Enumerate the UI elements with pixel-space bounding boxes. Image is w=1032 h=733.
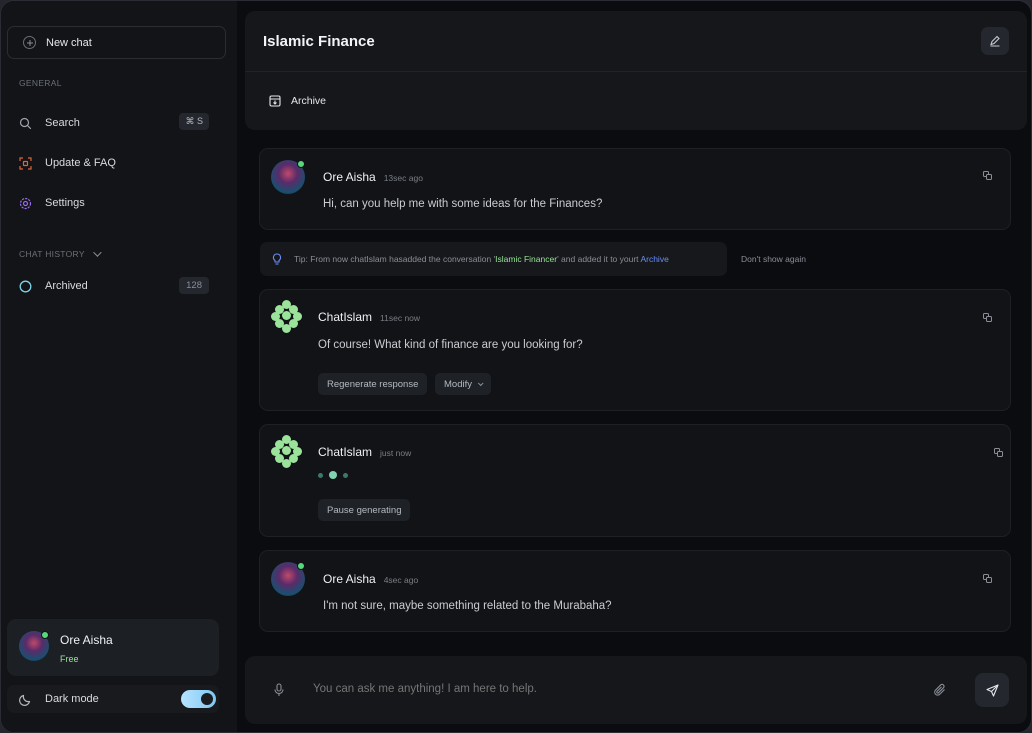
tip-banner: Tip: From now chatIslam hasadded the con… — [260, 242, 727, 276]
chatislam-logo-icon — [271, 435, 303, 468]
scan-icon — [19, 156, 32, 170]
general-section-label: GENERAL — [19, 78, 62, 88]
pencil-icon — [990, 35, 1000, 47]
copy-icon[interactable] — [983, 313, 993, 323]
paperclip-icon[interactable] — [933, 683, 947, 702]
send-icon — [985, 683, 999, 697]
dark-mode-row: Dark mode — [7, 685, 219, 713]
dont-show-again-button[interactable]: Don't show again — [741, 254, 806, 264]
message-author: Ore Aisha 4sec ago — [323, 572, 418, 586]
sidebar-item-settings[interactable]: Settings — [19, 191, 209, 215]
edit-button[interactable] — [981, 27, 1009, 55]
microphone-icon[interactable] — [273, 683, 285, 702]
button-label: Regenerate response — [327, 378, 419, 390]
toggle-knob — [201, 693, 213, 705]
chat-history-toggle[interactable]: CHAT HISTORY — [19, 248, 102, 259]
chevron-down-icon — [477, 380, 484, 387]
sidebar-item-label: Update & FAQ — [45, 157, 116, 169]
tip-prefix: Tip: From now chatIslam hasadded the con… — [294, 254, 496, 264]
copy-icon[interactable] — [983, 574, 993, 584]
gear-icon — [19, 197, 32, 210]
chatislam-logo-icon — [271, 300, 303, 333]
tip-conversation-name: Islamic Financer — [495, 254, 558, 264]
user-name: Ore Aisha — [60, 633, 113, 647]
conversation-header: Islamic Finance Archive — [245, 11, 1027, 130]
moon-icon — [19, 693, 32, 706]
avatar — [271, 160, 305, 194]
message-user-2: Ore Aisha 4sec ago I'm not sure, maybe so… — [259, 550, 1011, 632]
button-label: Pause generating — [327, 504, 402, 516]
sidebar-item-update-faq[interactable]: Update & FAQ — [19, 151, 209, 175]
online-status-dot — [297, 160, 305, 168]
message-bot-1: ChatIslam 11sec now Of course! What kind … — [259, 289, 1011, 411]
tip-archive-link[interactable]: Archive — [640, 254, 668, 264]
avatar — [19, 631, 49, 661]
tip-middle: ' and added it to yourt — [557, 254, 641, 264]
archived-count-badge: 128 — [179, 277, 209, 294]
page-title: Islamic Finance — [263, 33, 375, 50]
sidebar-item-archived[interactable]: Archived 128 — [19, 274, 209, 298]
copy-icon[interactable] — [983, 171, 993, 181]
avatar — [271, 562, 305, 596]
sidebar-item-label: Search — [45, 117, 80, 129]
user-profile-card[interactable]: Ore Aisha Free — [7, 619, 219, 676]
author-name: ChatIslam — [318, 310, 373, 324]
search-icon — [19, 117, 32, 130]
author-name: ChatIslam — [318, 445, 373, 459]
search-shortcut-badge: ⌘ S — [179, 113, 209, 130]
typing-indicator — [318, 471, 348, 479]
lightbulb-icon — [272, 253, 282, 265]
pause-generating-button[interactable]: Pause generating — [318, 499, 411, 521]
online-status-dot — [297, 562, 305, 570]
message-time: just now — [380, 448, 412, 458]
message-author: ChatIslam 11sec now — [318, 310, 420, 324]
plus-circle-icon — [23, 36, 36, 49]
new-chat-label: New chat — [46, 36, 92, 49]
online-status-dot — [41, 631, 49, 639]
app-window: New chat GENERAL Search ⌘ S Update & FAQ… — [0, 0, 1032, 733]
composer — [245, 656, 1027, 724]
archive-button[interactable]: Archive — [269, 95, 326, 107]
regenerate-response-button[interactable]: Regenerate response — [318, 373, 428, 395]
archive-label: Archive — [291, 95, 327, 107]
sidebar-item-label: Settings — [45, 197, 85, 209]
dark-mode-label: Dark mode — [45, 693, 99, 705]
message-input[interactable] — [313, 683, 913, 695]
message-user-1: Ore Aisha 13sec ago Hi, can you help me w… — [259, 148, 1011, 230]
sidebar: New chat GENERAL Search ⌘ S Update & FAQ… — [1, 1, 237, 732]
dark-mode-toggle[interactable] — [181, 690, 216, 708]
circle-icon — [19, 280, 32, 293]
message-author: Ore Aisha 13sec ago — [323, 170, 423, 184]
message-text: I'm not sure, maybe something related to… — [323, 600, 612, 612]
button-label: Modify — [444, 378, 472, 390]
tip-text: Tip: From now chatIslam hasadded the con… — [294, 254, 669, 264]
divider — [245, 71, 1027, 72]
chevron-down-icon — [92, 248, 102, 257]
modify-button[interactable]: Modify — [435, 373, 491, 395]
chat-history-label: CHAT HISTORY — [19, 249, 85, 259]
archive-icon — [269, 95, 281, 107]
author-name: Ore Aisha — [323, 170, 376, 184]
message-author: ChatIslam just now — [318, 445, 411, 459]
send-button[interactable] — [975, 673, 1009, 707]
message-time: 13sec ago — [383, 173, 423, 183]
message-time: 4sec ago — [383, 575, 419, 585]
message-text: Of course! What kind of finance are you … — [318, 339, 583, 351]
sidebar-item-search[interactable]: Search ⌘ S — [19, 111, 209, 135]
new-chat-button[interactable]: New chat — [7, 26, 226, 59]
copy-icon[interactable] — [994, 448, 1004, 458]
author-name: Ore Aisha — [323, 572, 376, 586]
message-text: Hi, can you help me with some ideas for … — [323, 198, 603, 210]
message-time: 11sec now — [380, 313, 421, 323]
user-plan: Free — [60, 654, 79, 664]
sidebar-item-label: Archived — [45, 280, 88, 292]
message-bot-2: ChatIslam just now Pause generating — [259, 424, 1011, 537]
